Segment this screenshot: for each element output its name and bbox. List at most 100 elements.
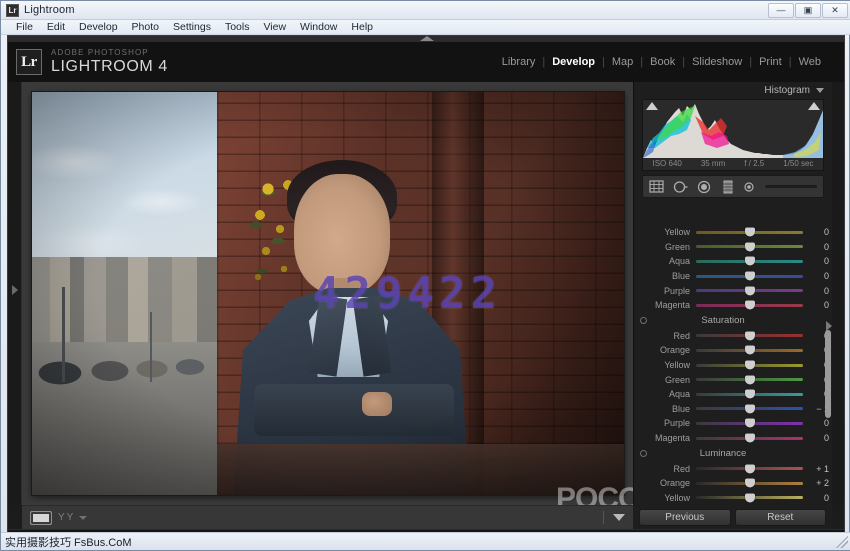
module-tab-web[interactable]: Web (792, 56, 828, 68)
adjustment-brush-icon[interactable] (744, 181, 756, 193)
chevron-right-icon[interactable] (12, 285, 18, 295)
menu-item-view[interactable]: View (256, 20, 293, 34)
slider-row[interactable]: Green0 (634, 240, 833, 255)
slider-knob[interactable] (745, 272, 755, 281)
slider-row[interactable]: Red0 (634, 329, 833, 344)
previous-button[interactable]: Previous (639, 509, 731, 526)
menu-item-help[interactable]: Help (344, 20, 380, 34)
module-tab-print[interactable]: Print (752, 56, 789, 68)
slider-knob[interactable] (745, 390, 755, 399)
slider-label: Yellow (640, 360, 696, 370)
module-tab-slideshow[interactable]: Slideshow (685, 56, 749, 68)
slider-track[interactable] (696, 245, 803, 248)
module-tab-map[interactable]: Map (605, 56, 640, 68)
menu-item-settings[interactable]: Settings (166, 20, 218, 34)
slider-knob[interactable] (745, 361, 755, 370)
menu-item-tools[interactable]: Tools (218, 20, 257, 34)
menu-item-edit[interactable]: Edit (40, 20, 72, 34)
left-panel-collapse-strip[interactable] (8, 82, 22, 505)
slider-track[interactable] (696, 422, 803, 425)
right-panel-collapse-strip[interactable] (832, 82, 845, 505)
spot-removal-icon[interactable] (673, 180, 688, 194)
flag-label[interactable]: YY (58, 512, 75, 523)
slider-track[interactable] (696, 364, 803, 367)
maximize-button[interactable]: ▣ (795, 3, 821, 18)
slider-value: 0 (803, 286, 829, 296)
slider-knob[interactable] (745, 419, 755, 428)
module-tab-book[interactable]: Book (643, 56, 682, 68)
slider-track[interactable] (696, 496, 803, 499)
slider-knob[interactable] (745, 346, 755, 355)
slider-knob[interactable] (745, 242, 755, 251)
menu-item-window[interactable]: Window (293, 20, 344, 34)
slider-knob[interactable] (745, 375, 755, 384)
chevron-down-icon[interactable] (79, 516, 87, 520)
slider-track[interactable] (696, 289, 803, 292)
chevron-up-icon[interactable] (420, 36, 434, 41)
slider-row[interactable]: Yellow0 (634, 358, 833, 373)
hsl-panel[interactable]: Yellow0Green0Aqua0Blue0Purple0Magenta0Sa… (634, 225, 833, 505)
slider-knob[interactable] (745, 286, 755, 295)
slider-track[interactable] (696, 349, 803, 352)
slider-row[interactable]: Magenta0 (634, 431, 833, 446)
menu-item-photo[interactable]: Photo (125, 20, 166, 34)
slider-track[interactable] (696, 231, 803, 234)
resize-grip-icon[interactable] (836, 536, 848, 548)
slider-track[interactable] (696, 407, 803, 410)
slider-track[interactable] (696, 467, 803, 470)
close-button[interactable]: ✕ (822, 3, 848, 18)
slider-knob[interactable] (745, 464, 755, 473)
slider-row[interactable]: Purple0 (634, 283, 833, 298)
slider-track[interactable] (696, 334, 803, 337)
panel-scrollbar[interactable] (825, 330, 831, 418)
brush-size-slider[interactable] (765, 185, 817, 188)
target-adjust-icon[interactable] (640, 317, 647, 324)
menu-item-file[interactable]: File (9, 20, 40, 34)
slider-track[interactable] (696, 275, 803, 278)
slider-row[interactable]: Orange0 (634, 343, 833, 358)
slider-track[interactable] (696, 378, 803, 381)
loupe-view-icon[interactable] (30, 511, 52, 525)
module-tab-library[interactable]: Library (495, 56, 543, 68)
slider-row[interactable]: Aqua0 (634, 254, 833, 269)
slider-track[interactable] (696, 482, 803, 485)
slider-row[interactable]: Magenta0 (634, 298, 833, 313)
slider-track[interactable] (696, 393, 803, 396)
slider-label: Magenta (640, 433, 696, 443)
slider-track[interactable] (696, 260, 803, 263)
crop-overlay-icon[interactable] (649, 180, 664, 193)
histogram-widget[interactable]: ISO 640 35 mm f / 2.5 1/50 sec (642, 99, 824, 171)
slider-knob[interactable] (745, 331, 755, 340)
reset-button[interactable]: Reset (735, 509, 827, 526)
slider-row[interactable]: Green0 (634, 372, 833, 387)
slider-knob[interactable] (745, 301, 755, 310)
slider-row[interactable]: Blue− 1 (634, 402, 833, 417)
toolbar-caret-icon[interactable] (613, 514, 625, 521)
slider-knob[interactable] (745, 228, 755, 237)
slider-row[interactable]: Yellow0 (634, 225, 833, 240)
slider-track[interactable] (696, 304, 803, 307)
slider-knob[interactable] (745, 434, 755, 443)
slider-row[interactable]: Aqua0 (634, 387, 833, 402)
minimize-button[interactable]: — (768, 3, 794, 18)
slider-knob[interactable] (745, 404, 755, 413)
slider-row[interactable]: Yellow0 (634, 491, 833, 506)
slider-row[interactable]: Orange+ 2 (634, 476, 833, 491)
graduated-filter-icon[interactable] (721, 180, 735, 194)
slider-row[interactable]: Red+ 1 (634, 461, 833, 476)
module-tab-develop[interactable]: Develop (545, 56, 602, 68)
slider-knob[interactable] (745, 493, 755, 502)
slider-knob[interactable] (745, 479, 755, 488)
target-adjust-icon[interactable] (640, 450, 647, 457)
branding-text: ADOBE PHOTOSHOP LIGHTROOM 4 (51, 49, 168, 75)
slider-row[interactable]: Blue0 (634, 269, 833, 284)
slider-track[interactable] (696, 437, 803, 440)
identity-plate[interactable]: Lr ADOBE PHOTOSHOP LIGHTROOM 4 (16, 49, 168, 75)
chevron-down-icon[interactable] (816, 88, 824, 93)
menu-item-develop[interactable]: Develop (72, 20, 125, 34)
slider-row[interactable]: Purple0 (634, 416, 833, 431)
window-controls: — ▣ ✕ (767, 3, 848, 18)
slider-knob[interactable] (745, 257, 755, 266)
histogram-header[interactable]: Histogram (634, 82, 832, 99)
red-eye-icon[interactable] (697, 180, 712, 194)
